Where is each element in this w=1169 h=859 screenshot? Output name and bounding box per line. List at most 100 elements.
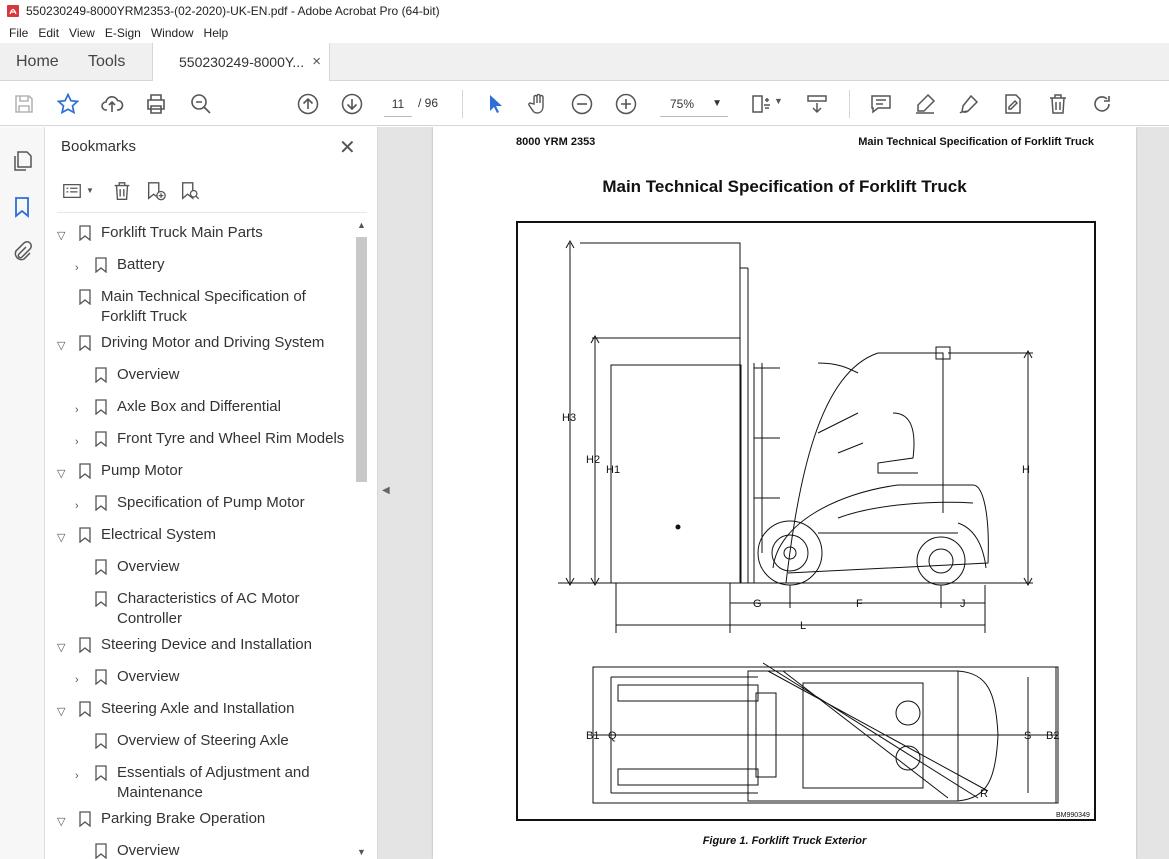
bookmark-icon xyxy=(95,431,107,447)
bookmark-steering-device[interactable]: ▽ Steering Device and Installation xyxy=(45,635,345,659)
zoom-in-icon[interactable] xyxy=(613,91,639,117)
bookmark-pump-motor[interactable]: ▽ Pump Motor xyxy=(45,461,345,485)
new-bookmark-icon[interactable] xyxy=(145,180,167,202)
bookmark-specification-pump-motor[interactable]: › Specification of Pump Motor xyxy=(45,493,345,517)
bookmark-star-icon[interactable] xyxy=(55,91,81,117)
bookmark-ac-motor-controller[interactable]: Characteristics of AC Motor Controller xyxy=(45,589,345,633)
bookmarks-panel-icon[interactable] xyxy=(10,195,34,219)
bookmark-battery[interactable]: › Battery xyxy=(45,255,345,279)
bookmark-icon xyxy=(95,669,107,685)
bookmark-icon xyxy=(95,367,107,383)
bookmark-label: Essentials of Adjustment and Maintenance xyxy=(117,764,310,801)
chevron-down-icon[interactable]: ▽ xyxy=(57,528,65,548)
page-total-label: / 96 xyxy=(418,96,439,110)
chevron-down-icon[interactable]: ▼ xyxy=(86,186,94,195)
zoom-level-select[interactable]: 75% ▼ xyxy=(660,91,728,117)
bookmark-icon xyxy=(79,527,91,543)
save-icon[interactable] xyxy=(11,91,37,117)
delete-bookmark-icon[interactable] xyxy=(111,180,133,202)
previous-page-icon[interactable] xyxy=(295,91,321,117)
tab-home[interactable]: Home xyxy=(16,43,59,81)
comment-icon[interactable] xyxy=(868,91,894,117)
page-heading: Main Technical Specification of Forklift… xyxy=(602,177,967,196)
chevron-down-icon[interactable]: ▽ xyxy=(57,702,65,722)
window-titlebar: 550230249-8000YRM2353-(02-2020)-UK-EN.pd… xyxy=(0,0,1169,22)
highlight-pen-icon[interactable] xyxy=(912,91,938,117)
share-cloud-icon[interactable] xyxy=(99,91,125,117)
chevron-down-icon[interactable]: ▽ xyxy=(57,336,65,356)
menu-esign[interactable]: E-Sign xyxy=(100,26,146,40)
close-panel-icon[interactable]: ✕ xyxy=(339,135,356,160)
tab-document[interactable]: 550230249-8000Y... × xyxy=(152,43,330,82)
bookmark-steering-axle[interactable]: ▽ Steering Axle and Installation xyxy=(45,699,345,723)
bookmark-icon xyxy=(79,463,91,479)
chevron-down-icon[interactable]: ▽ xyxy=(57,812,65,832)
bookmark-icon xyxy=(79,701,91,717)
collapse-panel-icon[interactable]: ◀ xyxy=(382,485,390,496)
menu-bar: File Edit View E-Sign Window Help xyxy=(0,22,1169,43)
bookmark-overview-steering-axle[interactable]: Overview of Steering Axle xyxy=(45,731,345,755)
menu-window[interactable]: Window xyxy=(146,26,199,40)
options-list-icon[interactable] xyxy=(61,180,83,202)
bookmark-overview[interactable]: Overview xyxy=(45,557,345,581)
chevron-down-icon[interactable]: ▽ xyxy=(57,464,65,484)
bookmark-parking-brake[interactable]: ▽ Parking Brake Operation xyxy=(45,809,345,833)
zoom-out-icon[interactable] xyxy=(569,91,595,117)
page-number-input[interactable] xyxy=(384,91,412,117)
fill-sign-icon[interactable] xyxy=(1000,91,1026,117)
find-bookmark-icon[interactable] xyxy=(179,180,201,202)
chevron-right-icon[interactable]: › xyxy=(75,670,79,690)
draw-sign-icon[interactable] xyxy=(956,91,982,117)
chevron-right-icon[interactable]: › xyxy=(75,432,79,452)
close-tab-icon[interactable]: × xyxy=(312,43,321,81)
tab-tools[interactable]: Tools xyxy=(88,43,125,81)
search-zoom-icon[interactable] xyxy=(188,91,214,117)
chevron-right-icon[interactable]: › xyxy=(75,496,79,516)
bookmark-label: Overview of Steering Axle xyxy=(117,732,289,749)
bookmarks-panel: Bookmarks ✕ ▼ ▽ Forklift Truck Main Part… xyxy=(45,127,378,859)
bookmarks-tree: ▽ Forklift Truck Main Parts › Battery Ma… xyxy=(45,220,355,859)
bookmark-label: Overview xyxy=(117,842,180,859)
next-page-icon[interactable] xyxy=(339,91,365,117)
select-cursor-icon[interactable] xyxy=(482,91,508,117)
page-thumbnails-icon[interactable] xyxy=(10,149,34,173)
menu-help[interactable]: Help xyxy=(199,26,234,40)
page-fit-icon[interactable] xyxy=(748,91,774,117)
dimension-label: B1 xyxy=(586,730,599,742)
bookmark-front-tyre-wheel-rim[interactable]: › Front Tyre and Wheel Rim Models xyxy=(45,429,345,453)
chevron-right-icon[interactable]: › xyxy=(75,400,79,420)
scroll-mode-icon[interactable] xyxy=(804,91,830,117)
bookmark-axle-box-differential[interactable]: › Axle Box and Differential xyxy=(45,397,345,421)
chevron-down-icon[interactable]: ▽ xyxy=(57,638,65,658)
bookmark-overview[interactable]: Overview xyxy=(45,841,345,859)
figure-code: BM990349 xyxy=(1056,812,1090,819)
chevron-right-icon[interactable]: › xyxy=(75,766,79,786)
menu-view[interactable]: View xyxy=(64,26,100,40)
scroll-up-icon[interactable]: ▲ xyxy=(357,220,366,230)
bookmark-overview[interactable]: Overview xyxy=(45,365,345,389)
document-viewport[interactable]: ◀ 8000 YRM 2353 Main Technical Specifica… xyxy=(378,127,1169,859)
bookmark-main-technical-specification[interactable]: Main Technical Specification of Forklift… xyxy=(45,287,345,331)
attachments-paperclip-icon[interactable] xyxy=(10,240,34,264)
chevron-down-icon[interactable]: ▽ xyxy=(57,226,65,246)
bookmark-icon xyxy=(95,257,107,273)
bookmark-adjustment-maintenance[interactable]: › Essentials of Adjustment and Maintenan… xyxy=(45,763,345,807)
hand-tool-icon[interactable] xyxy=(525,91,551,117)
scroll-down-icon[interactable]: ▼ xyxy=(357,847,366,857)
scrollbar-thumb[interactable] xyxy=(356,237,367,482)
dimension-label: G xyxy=(753,598,762,610)
delete-trash-icon[interactable] xyxy=(1045,91,1071,117)
bookmarks-scrollbar[interactable]: ▲ ▼ xyxy=(355,220,369,859)
bookmark-forklift-truck-main-parts[interactable]: ▽ Forklift Truck Main Parts xyxy=(45,223,345,247)
dimension-label: H1 xyxy=(606,464,620,476)
menu-edit[interactable]: Edit xyxy=(33,26,64,40)
chevron-down-icon[interactable]: ▼ xyxy=(774,96,783,106)
bookmark-overview[interactable]: › Overview xyxy=(45,667,345,691)
chevron-right-icon[interactable]: › xyxy=(75,258,79,278)
rotate-icon[interactable] xyxy=(1089,91,1115,117)
bookmark-electrical-system[interactable]: ▽ Electrical System xyxy=(45,525,345,549)
bookmark-driving-motor-system[interactable]: ▽ Driving Motor and Driving System xyxy=(45,333,345,357)
menu-file[interactable]: File xyxy=(4,26,33,40)
dimension-label: R xyxy=(980,788,988,800)
print-icon[interactable] xyxy=(143,91,169,117)
